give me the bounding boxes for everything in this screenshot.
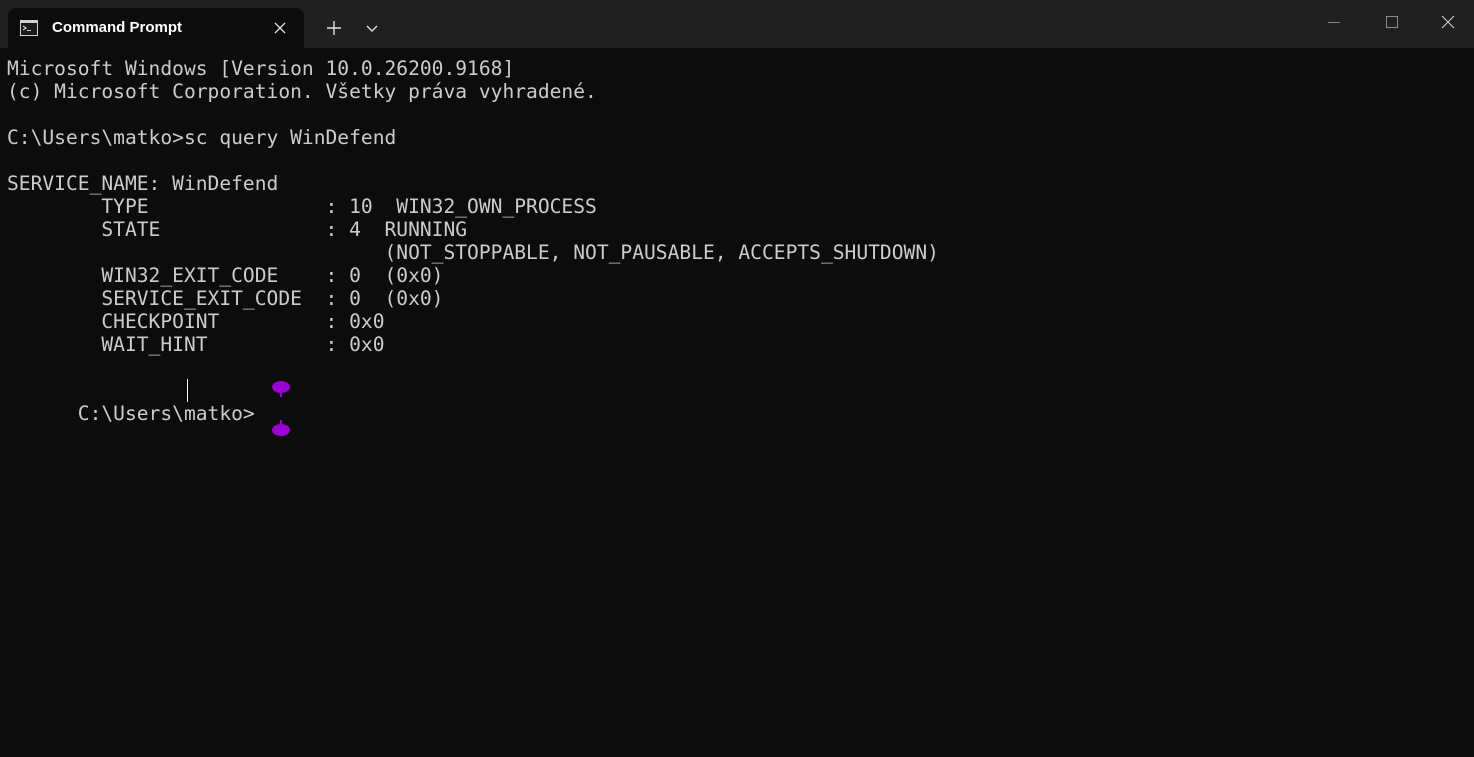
minimize-icon[interactable] bbox=[1304, 0, 1362, 44]
terminal-icon bbox=[20, 20, 38, 36]
chevron-down-icon[interactable] bbox=[356, 12, 388, 44]
output-line: SERVICE_NAME: WinDefend bbox=[7, 172, 279, 195]
terminal-window: Command Prompt Microsoft Windows [Versio… bbox=[0, 0, 1474, 757]
output-line: (NOT_STOPPABLE, NOT_PAUSABLE, ACCEPTS_SH… bbox=[7, 241, 939, 264]
title-bar[interactable]: Command Prompt bbox=[0, 0, 1474, 48]
output-line: Microsoft Windows [Version 10.0.26200.91… bbox=[7, 57, 515, 80]
output-line: TYPE : 10 WIN32_OWN_PROCESS bbox=[7, 195, 597, 218]
command-line: C:\Users\matko>sc query WinDefend bbox=[7, 126, 397, 149]
output-line: STATE : 4 RUNNING bbox=[7, 218, 468, 241]
tab-command-prompt[interactable]: Command Prompt bbox=[8, 8, 304, 48]
terminal-output[interactable]: Microsoft Windows [Version 10.0.26200.91… bbox=[7, 57, 1467, 747]
output-line: SERVICE_EXIT_CODE : 0 (0x0) bbox=[7, 287, 444, 310]
close-icon[interactable] bbox=[270, 18, 290, 38]
output-line: WIN32_EXIT_CODE : 0 (0x0) bbox=[7, 264, 444, 287]
plus-icon[interactable] bbox=[318, 12, 350, 44]
output-line: CHECKPOINT : 0x0 bbox=[7, 310, 385, 333]
output-line: (c) Microsoft Corporation. Všetky práva … bbox=[7, 80, 597, 103]
output-line: WAIT_HINT : 0x0 bbox=[7, 333, 385, 356]
maximize-icon[interactable] bbox=[1362, 0, 1420, 44]
prompt-line[interactable]: C:\Users\matko> bbox=[7, 379, 1467, 436]
selection-handle-top-icon[interactable] bbox=[177, 356, 291, 397]
close-window-icon[interactable] bbox=[1418, 0, 1474, 44]
selection-handle-bottom-icon[interactable] bbox=[177, 395, 291, 436]
tab-title: Command Prompt bbox=[52, 19, 183, 36]
